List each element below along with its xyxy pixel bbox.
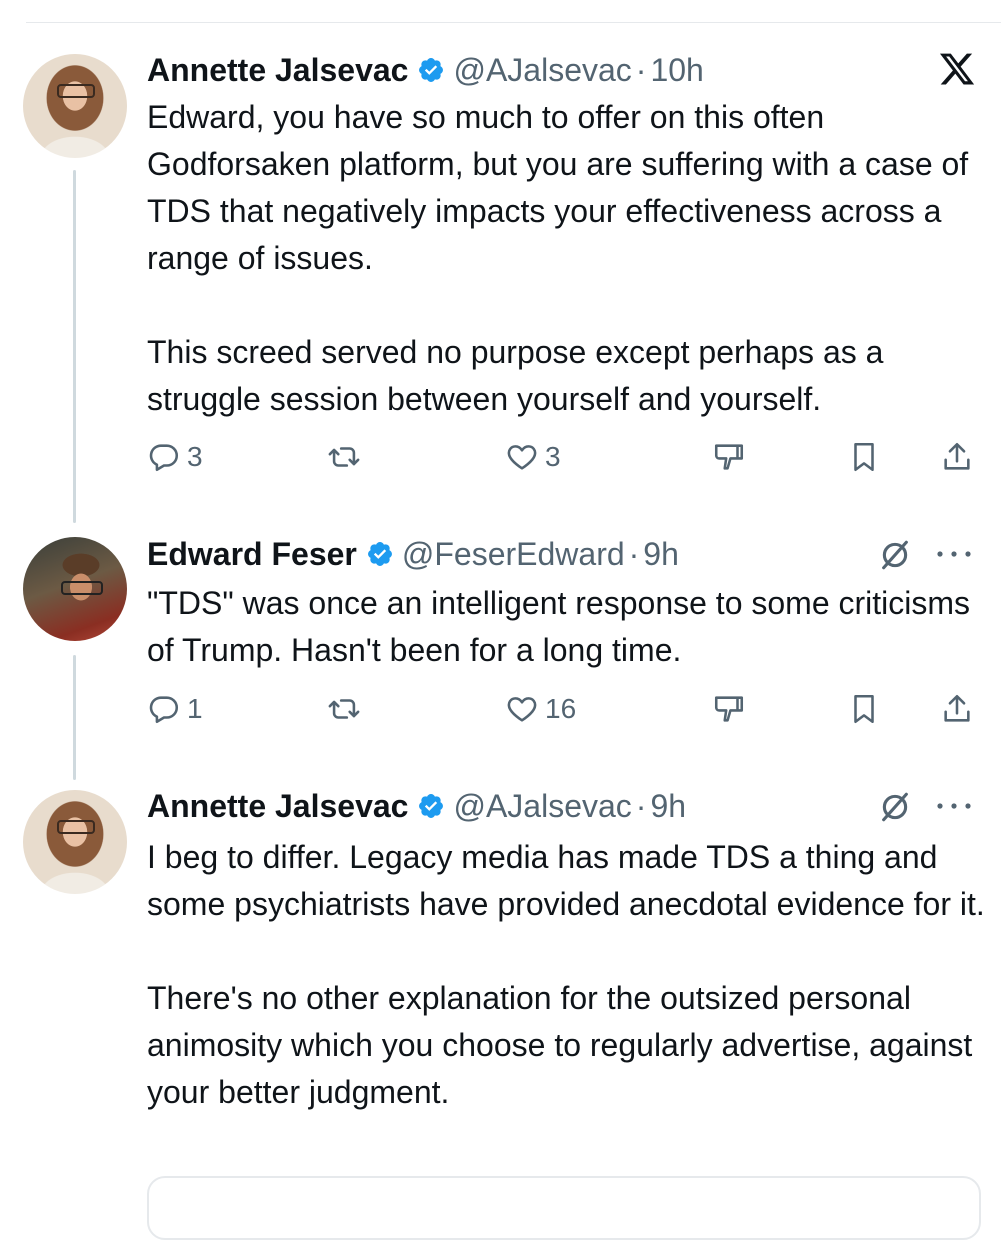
action-bar: 1 16 [147, 692, 987, 732]
reply-button[interactable]: 1 [147, 692, 203, 726]
tweet-text: I beg to differ. Legacy media has made T… [147, 834, 987, 1116]
thumbs-down-icon [714, 696, 744, 722]
thread-line [73, 655, 76, 780]
retweet-button[interactable] [327, 692, 361, 726]
handle[interactable]: @AJalsevac [453, 788, 631, 825]
grok-icon[interactable] [878, 538, 912, 572]
like-count: 3 [545, 441, 561, 472]
downvote-button[interactable] [712, 440, 746, 474]
verified-badge-icon [419, 58, 444, 82]
action-bar: 3 3 [147, 440, 987, 480]
share-button[interactable] [940, 440, 974, 474]
verified-badge-icon [419, 794, 444, 818]
bookmark-button[interactable] [847, 692, 881, 726]
quoted-card-edge[interactable] [147, 1176, 981, 1240]
retweet-icon [328, 447, 360, 467]
tweet-paragraph: Edward, you have so much to offer on thi… [147, 99, 969, 276]
retweet-button[interactable] [327, 440, 361, 474]
heart-icon [507, 697, 537, 722]
timestamp[interactable]: 9h [643, 536, 679, 573]
thread-line [73, 170, 76, 523]
thumbs-down-icon [714, 444, 744, 470]
downvote-button[interactable] [712, 692, 746, 726]
tweet-header: Annette Jalsevac @AJalsevac · 10h [147, 48, 704, 92]
reply-icon [149, 696, 179, 724]
display-name[interactable]: Edward Feser [147, 536, 357, 573]
separator-dot: · [635, 51, 647, 88]
share-button[interactable] [940, 692, 974, 726]
heart-icon [507, 445, 537, 470]
share-icon [944, 442, 970, 470]
avatar[interactable] [23, 537, 127, 641]
like-count: 16 [545, 693, 577, 724]
tweet-text: Edward, you have so much to offer on thi… [147, 94, 987, 423]
tweet-header: Annette Jalsevac @AJalsevac · 9h [147, 784, 686, 828]
tweet-paragraph: "TDS" was once an intelligent response t… [147, 585, 971, 668]
bookmark-icon [854, 442, 874, 472]
glasses-detail [61, 581, 103, 595]
separator-dot: · [628, 535, 640, 572]
separator-dot: · [635, 787, 647, 824]
bookmark-icon [854, 694, 874, 724]
timestamp[interactable]: 9h [650, 788, 686, 825]
reply-count: 3 [187, 441, 203, 472]
x-logo-icon[interactable] [938, 50, 976, 88]
tweet-header: Edward Feser @FeserEdward · 9h [147, 532, 679, 576]
handle[interactable]: @AJalsevac [453, 52, 631, 89]
avatar[interactable] [23, 790, 127, 894]
tweet-paragraph: There's no other explanation for the out… [147, 980, 973, 1110]
like-button[interactable]: 3 [505, 440, 561, 474]
more-options-icon[interactable] [932, 542, 976, 566]
bookmark-button[interactable] [847, 440, 881, 474]
display-name[interactable]: Annette Jalsevac [147, 788, 408, 825]
tweet-text: "TDS" was once an intelligent response t… [147, 580, 987, 674]
timestamp[interactable]: 10h [650, 52, 703, 89]
reply-icon [149, 444, 179, 472]
display-name[interactable]: Annette Jalsevac [147, 52, 408, 89]
glasses-detail [57, 820, 95, 834]
more-options-icon[interactable] [932, 794, 976, 818]
grok-icon[interactable] [878, 790, 912, 824]
share-icon [944, 694, 970, 722]
top-divider [26, 22, 1001, 23]
reply-count: 1 [187, 693, 203, 724]
like-button[interactable]: 16 [505, 692, 576, 726]
glasses-detail [57, 84, 95, 98]
avatar[interactable] [23, 54, 127, 158]
handle[interactable]: @FeserEdward [402, 536, 625, 573]
tweet-paragraph: This screed served no purpose except per… [147, 334, 884, 417]
verified-badge-icon [367, 542, 392, 566]
retweet-icon [328, 699, 360, 719]
reply-button[interactable]: 3 [147, 440, 203, 474]
tweet-paragraph: I beg to differ. Legacy media has made T… [147, 839, 985, 922]
